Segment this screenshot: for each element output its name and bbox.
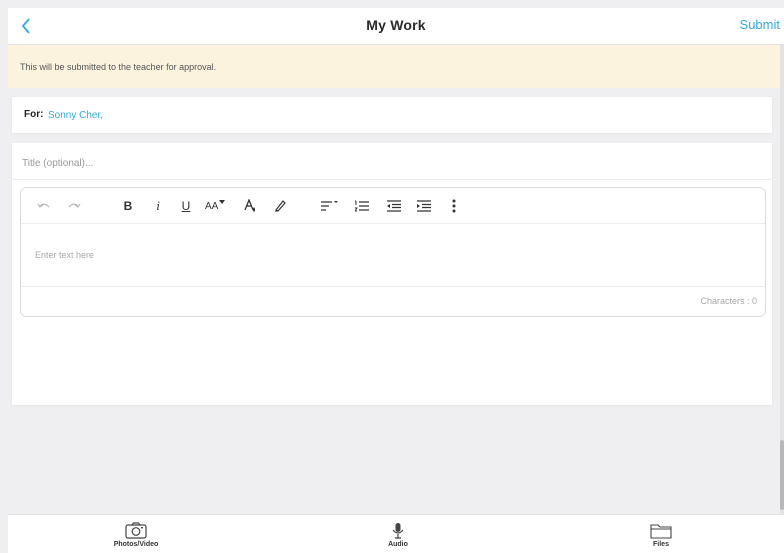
attachment-bar: Photos/Video Audio Files bbox=[8, 514, 784, 553]
underline-button[interactable]: U bbox=[179, 197, 193, 215]
italic-button[interactable]: i bbox=[151, 197, 165, 215]
undo-button[interactable] bbox=[37, 197, 51, 215]
title-input[interactable] bbox=[20, 153, 764, 173]
files-button[interactable]: Files bbox=[611, 519, 711, 553]
camera-icon bbox=[125, 522, 147, 539]
redo-button[interactable] bbox=[67, 197, 81, 215]
files-label: Files bbox=[653, 541, 669, 548]
align-button[interactable] bbox=[321, 197, 339, 215]
audio-label: Audio bbox=[388, 541, 408, 548]
approval-notice: This will be submitted to the teacher fo… bbox=[8, 45, 784, 88]
recipient-card: For: Sonny Cher, bbox=[12, 97, 772, 133]
caret-down-icon bbox=[219, 200, 226, 204]
divider bbox=[12, 179, 772, 180]
character-counter: Characters : 0 bbox=[700, 296, 757, 306]
ordered-list-icon bbox=[355, 200, 369, 212]
scrollbar-thumb[interactable] bbox=[780, 440, 784, 510]
editor-text-area[interactable]: Enter text here bbox=[35, 250, 735, 268]
folder-icon bbox=[650, 524, 672, 539]
bold-button[interactable]: B bbox=[121, 197, 135, 215]
outdent-icon bbox=[387, 200, 401, 212]
audio-button[interactable]: Audio bbox=[348, 519, 448, 553]
photos-video-button[interactable]: Photos/Video bbox=[86, 519, 186, 553]
page-title: My Work bbox=[366, 17, 426, 33]
redo-icon bbox=[68, 203, 81, 208]
work-card: B i U AA bbox=[12, 143, 772, 405]
top-navigation-bar: My Work Submit bbox=[8, 8, 784, 45]
indent-button[interactable] bbox=[417, 197, 431, 215]
editor-footer-divider bbox=[21, 286, 765, 287]
more-vertical-icon bbox=[452, 199, 456, 213]
ordered-list-button[interactable] bbox=[355, 197, 369, 215]
align-left-icon bbox=[321, 201, 338, 211]
more-options-button[interactable] bbox=[447, 197, 461, 215]
undo-icon bbox=[37, 203, 50, 208]
text-color-icon bbox=[244, 199, 255, 212]
editor-toolbar: B i U AA bbox=[21, 188, 765, 224]
font-size-label: AA bbox=[205, 200, 219, 212]
character-counter-value: 0 bbox=[751, 296, 757, 306]
rich-text-editor: B i U AA Enter text here Characters: 0 bbox=[20, 187, 766, 317]
character-counter-label: Characters : bbox=[700, 296, 752, 306]
outdent-button[interactable] bbox=[387, 197, 401, 215]
submit-button[interactable]: Submit bbox=[740, 17, 780, 32]
recipient-label: For: bbox=[24, 109, 44, 120]
recipient-name[interactable]: Sonny Cher, bbox=[48, 110, 103, 121]
approval-notice-text: This will be submitted to the teacher fo… bbox=[20, 62, 217, 72]
highlighter-icon bbox=[275, 200, 286, 212]
microphone-icon bbox=[392, 523, 404, 539]
photos-video-label: Photos/Video bbox=[113, 541, 159, 548]
font-size-button[interactable]: AA bbox=[205, 197, 226, 215]
indent-icon bbox=[417, 200, 431, 212]
text-color-button[interactable] bbox=[243, 197, 257, 215]
highlight-button[interactable] bbox=[273, 197, 287, 215]
